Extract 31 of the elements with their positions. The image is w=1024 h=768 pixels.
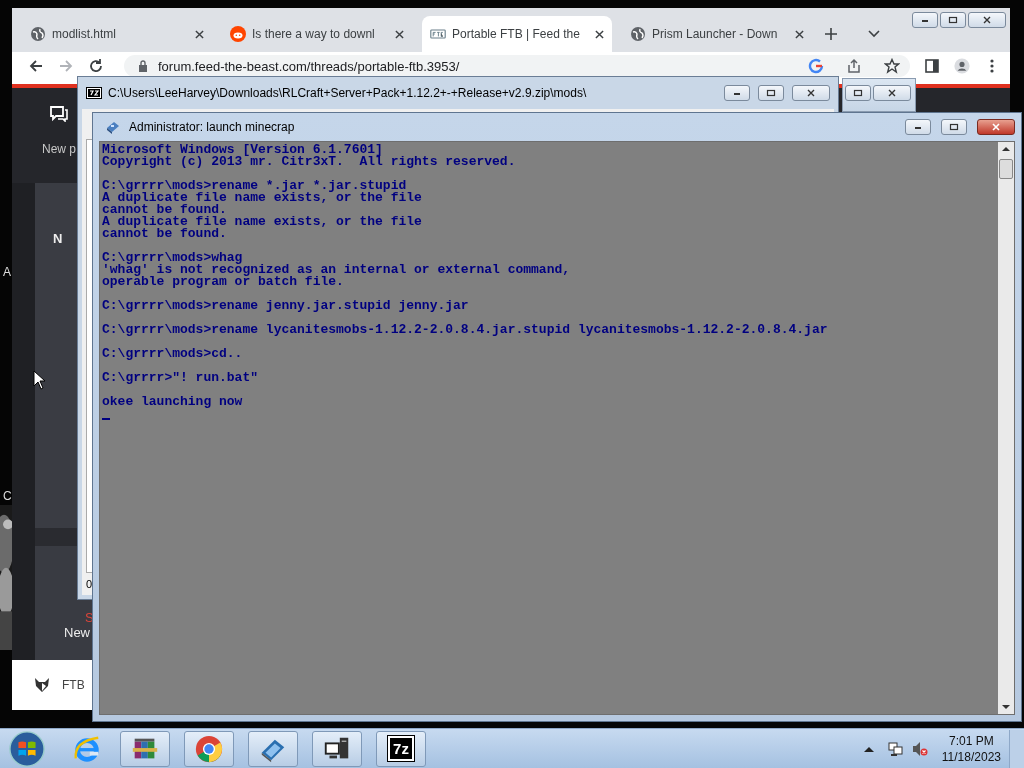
desktop-text: C bbox=[3, 489, 12, 503]
console-line: cannot be found. bbox=[102, 204, 228, 216]
clock[interactable]: 7:01 PM 11/18/2023 bbox=[941, 732, 1001, 765]
console-line: A duplicate file name exists, or the file bbox=[102, 192, 423, 204]
console-line: C:\grrrr>"! run.bat" bbox=[102, 372, 260, 384]
console-line: Microsoft Windows [Version 6.1.7601] bbox=[102, 144, 384, 156]
console-line: 'whag' is not recognized as an internal or external command, bbox=[102, 264, 572, 276]
panel-link[interactable]: New bbox=[64, 625, 90, 640]
console-line: C:\grrrr\mods>rename lycanitesmobs-1.12.2-2.0.8.4.jar.stupid lycanitesmobs-1.12.2-2.0.8.4.jar bbox=[102, 324, 829, 336]
nav-link[interactable]: New p bbox=[42, 142, 76, 156]
console-line: cannot be found. bbox=[102, 228, 228, 240]
address-bar[interactable]: forum.feed-the-beast.com/threads/portable-ftb.3953/ bbox=[124, 55, 910, 77]
window-title: C:\Users\LeeHarvey\Downloads\RLCraft+Server+Pack+1.12.2+-+Release+v2.9.zip\mods\ bbox=[108, 86, 587, 100]
taskbar-button[interactable]: 7z bbox=[376, 730, 426, 767]
panel-heading: N bbox=[53, 231, 63, 246]
console-line: okee launching now bbox=[102, 396, 244, 408]
console-line: C:\grrrr\mods>whag bbox=[102, 252, 243, 264]
desktop-text: A bbox=[3, 265, 11, 279]
window-title: Administrator: launch minecrap bbox=[129, 120, 295, 134]
browser-tab[interactable]: Portable FTB | Feed the bbox=[422, 16, 612, 52]
browser-tab[interactable]: modlist.html bbox=[22, 16, 212, 52]
browser-tab[interactable]: Prism Launcher - Down bbox=[622, 16, 812, 52]
console-line: C:\grrrr\mods>cd.. bbox=[102, 348, 244, 360]
console-line: operable program or batch file. bbox=[102, 276, 345, 288]
console-line: C:\grrrr\mods>rename jenny.jar.stupid jenny.jar bbox=[102, 300, 470, 312]
footer-text: FTB bbox=[62, 678, 85, 692]
status-text: 0 bbox=[86, 578, 93, 590]
browser-tab[interactable]: Is there a way to downl bbox=[222, 16, 412, 52]
console-line: A duplicate file name exists, or the file bbox=[102, 216, 423, 228]
console-line: Copyright (c) 2013 mr. Citr3xT. All rights reserved. bbox=[102, 156, 517, 168]
console-line: C:\grrrr\mods>rename *.jar *.jar.stupid bbox=[102, 180, 407, 192]
